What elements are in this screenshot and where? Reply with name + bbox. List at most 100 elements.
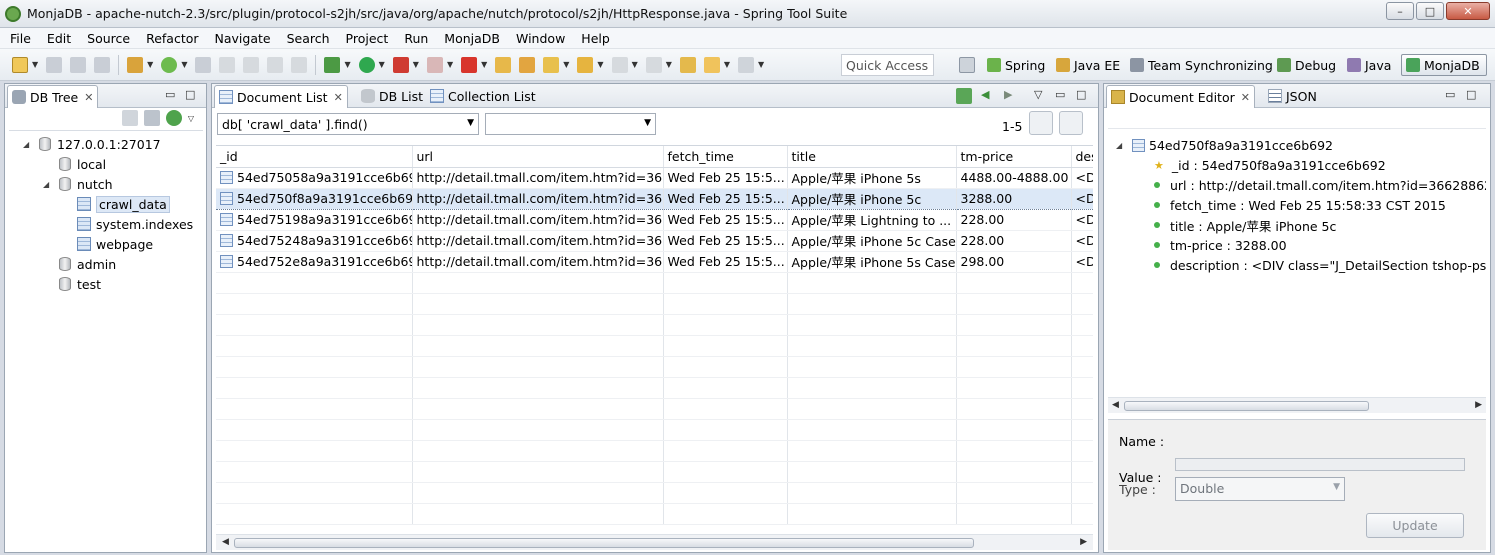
document-table-hscrollbar[interactable]: ◀ ▶ [216, 534, 1093, 550]
field-fetch-time[interactable]: fetch_time : Wed Feb 25 15:58:33 CST 201… [1154, 195, 1446, 215]
tree-item-test[interactable]: test [59, 274, 101, 294]
expanded-icon[interactable]: ◢ [23, 140, 33, 149]
scrollbar-thumb[interactable] [234, 538, 974, 548]
tree-item-system-indexes[interactable]: system.indexes [77, 214, 193, 234]
menu-project[interactable]: Project [336, 31, 395, 46]
expanded-icon[interactable]: ◢ [43, 180, 53, 189]
next-page-icon[interactable]: ▶ [1004, 88, 1012, 101]
next-annotation-icon[interactable] [611, 56, 628, 73]
forward-icon[interactable] [738, 56, 755, 73]
back-dropdown-icon[interactable]: ▼ [724, 60, 730, 69]
maximize-view-icon[interactable]: □ [1076, 88, 1086, 101]
open-type-icon[interactable] [495, 56, 512, 73]
stop-icon[interactable] [426, 56, 443, 73]
refresh-icon[interactable] [165, 110, 182, 126]
maximize-view-icon[interactable]: □ [1466, 88, 1476, 101]
field-description[interactable]: description : <DIV class="J_DetailSectio… [1154, 255, 1486, 275]
folder-dropdown-icon[interactable]: ▼ [597, 60, 603, 69]
build-dropdown-icon[interactable]: ▼ [147, 60, 153, 69]
pilcrow-icon[interactable] [291, 56, 308, 73]
scroll-left-icon[interactable]: ◀ [1112, 400, 1119, 410]
column-header-url[interactable]: url [412, 146, 664, 168]
run-external-icon[interactable] [392, 56, 409, 73]
menu-refactor[interactable]: Refactor [136, 31, 204, 46]
deploy-icon[interactable] [461, 56, 478, 73]
quick-access-input[interactable]: Quick Access [841, 54, 934, 76]
tab-collection-list[interactable]: Collection List [426, 85, 540, 107]
query-combo[interactable]: db[ 'crawl_data' ].find() ▼ [217, 113, 479, 135]
next-annotation-dropdown-icon[interactable]: ▼ [632, 60, 638, 69]
menu-navigate[interactable]: Navigate [205, 31, 277, 46]
perspective-monjadb[interactable]: MonjaDB [1401, 54, 1487, 76]
save-all-icon[interactable] [70, 56, 87, 73]
close-icon[interactable]: ✕ [334, 91, 343, 104]
run-dropdown-icon[interactable]: ▼ [379, 60, 385, 69]
menu-run[interactable]: Run [394, 31, 434, 46]
spring-icon[interactable] [161, 56, 178, 73]
tree-item-nutch[interactable]: ◢ nutch [43, 174, 113, 194]
last-edit-icon[interactable] [679, 56, 696, 73]
field-tm-price[interactable]: tm-price : 3288.00 [1154, 235, 1287, 255]
view-menu-icon[interactable]: ▽ [188, 114, 194, 123]
scroll-left-icon[interactable]: ◀ [222, 537, 229, 547]
tab-json[interactable]: JSON [1264, 85, 1321, 107]
type-combo[interactable]: Double ▼ [1175, 477, 1345, 501]
tab-document-list[interactable]: Document List ✕ [214, 85, 348, 108]
delete-icon[interactable] [143, 110, 160, 126]
tree-item-local[interactable]: local [59, 154, 106, 174]
minimize-view-icon[interactable]: ▭ [1055, 88, 1065, 101]
close-button[interactable]: ✕ [1446, 2, 1490, 20]
menu-edit[interactable]: Edit [37, 31, 77, 46]
column-header-description[interactable]: des [1071, 146, 1093, 168]
menu-help[interactable]: Help [571, 31, 616, 46]
minimize-view-icon[interactable]: ▭ [1445, 88, 1455, 101]
column-header-id[interactable]: _id [216, 146, 413, 168]
back-icon[interactable] [703, 56, 720, 73]
search-dropdown-icon[interactable]: ▼ [563, 60, 569, 69]
open-folder-icon[interactable] [577, 56, 594, 73]
deploy-dropdown-icon[interactable]: ▼ [481, 60, 487, 69]
scroll-right-icon[interactable]: ▶ [1080, 537, 1087, 547]
tree-item-webpage[interactable]: webpage [77, 234, 153, 254]
close-icon[interactable]: ✕ [84, 91, 93, 104]
minimize-view-icon[interactable]: ▭ [165, 88, 175, 101]
edit-icon[interactable] [219, 56, 236, 73]
perspective-team-sync[interactable]: Team Synchronizing [1130, 54, 1273, 76]
build-icon[interactable] [127, 56, 144, 73]
table-row[interactable]: 54ed752e8a9a3191cce6b695 http://detail.t… [216, 251, 1093, 273]
tab-document-editor[interactable]: Document Editor ✕ [1106, 85, 1255, 108]
menu-window[interactable]: Window [506, 31, 571, 46]
collapse-all-icon[interactable] [121, 110, 138, 126]
perspective-java-ee[interactable]: Java EE [1056, 54, 1120, 76]
new-icon[interactable] [12, 56, 28, 73]
table-row[interactable]: 54ed75248a9a3191cce6b694 http://detail.t… [216, 230, 1093, 252]
debug-dropdown-icon[interactable]: ▼ [344, 60, 350, 69]
field-title[interactable]: title : Apple/苹果 iPhone 5c [1154, 215, 1336, 235]
prev-page-button[interactable] [1029, 111, 1053, 135]
open-perspective-icon[interactable] [959, 57, 975, 73]
tree-item-server[interactable]: ◢ 127.0.0.1:27017 [23, 134, 161, 154]
update-button[interactable]: Update [1366, 513, 1464, 538]
forward-dropdown-icon[interactable]: ▼ [758, 60, 764, 69]
table-row-selected[interactable]: 54ed750f8a9a3191cce6b692 http://detail.t… [216, 187, 1093, 210]
run-icon[interactable] [358, 56, 375, 73]
field-id[interactable]: ★ _id : 54ed750f8a9a3191cce6b692 [1154, 155, 1386, 175]
table-row[interactable]: 54ed75058a9a3191cce6b691 http://detail.t… [216, 167, 1093, 189]
perspective-java[interactable]: Java [1347, 54, 1391, 76]
prev-annotation-icon[interactable] [645, 56, 662, 73]
expanded-icon[interactable]: ◢ [1116, 141, 1126, 150]
debug-icon[interactable] [324, 56, 341, 73]
column-header-tm-price[interactable]: tm-price [956, 146, 1072, 168]
tab-db-list[interactable]: DB List [357, 85, 427, 107]
link-icon[interactable] [243, 56, 260, 73]
tree-item-admin[interactable]: admin [59, 254, 116, 274]
maximize-view-icon[interactable]: □ [185, 88, 195, 101]
open-task-icon[interactable] [519, 56, 536, 73]
tab-db-tree[interactable]: DB Tree ✕ [7, 85, 99, 108]
column-header-title[interactable]: title [787, 146, 957, 168]
value-field[interactable] [1175, 458, 1465, 471]
field-url[interactable]: url : http://detail.tmall.com/item.htm?i… [1154, 175, 1486, 195]
stop-dropdown-icon[interactable]: ▼ [447, 60, 453, 69]
skip-breakpoints-icon[interactable] [195, 56, 212, 73]
close-icon[interactable]: ✕ [1241, 91, 1250, 104]
